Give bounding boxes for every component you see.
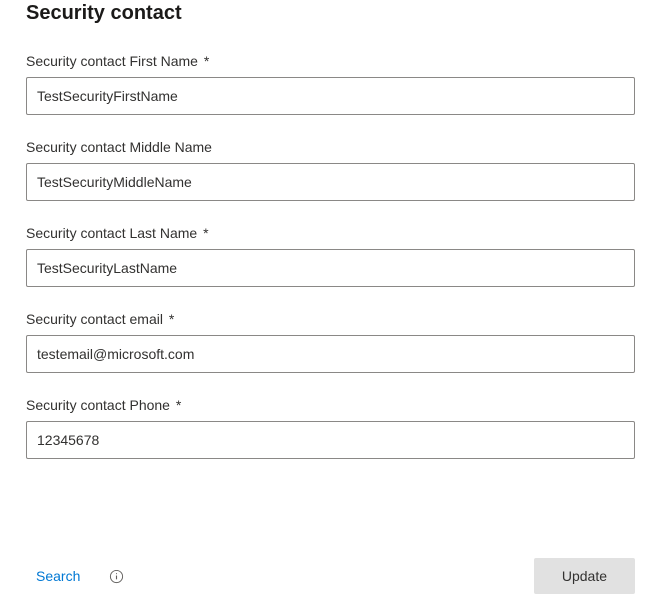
phone-label-text: Security contact Phone (26, 397, 170, 413)
first-name-input[interactable] (26, 77, 635, 115)
first-name-label: Security contact First Name * (26, 53, 635, 69)
search-link[interactable]: Search (36, 568, 80, 584)
middle-name-input[interactable] (26, 163, 635, 201)
required-mark: * (176, 397, 181, 413)
required-mark: * (204, 53, 209, 69)
phone-label: Security contact Phone * (26, 397, 635, 413)
info-icon[interactable] (108, 568, 124, 584)
middle-name-group: Security contact Middle Name (26, 139, 635, 201)
first-name-label-text: Security contact First Name (26, 53, 198, 69)
first-name-group: Security contact First Name * (26, 53, 635, 115)
update-button[interactable]: Update (534, 558, 635, 594)
last-name-label-text: Security contact Last Name (26, 225, 197, 241)
last-name-input[interactable] (26, 249, 635, 287)
required-mark: * (203, 225, 208, 241)
footer: Search Update (26, 556, 635, 596)
phone-group: Security contact Phone * (26, 397, 635, 459)
email-label: Security contact email * (26, 311, 635, 327)
email-group: Security contact email * (26, 311, 635, 373)
middle-name-label: Security contact Middle Name (26, 139, 635, 155)
section-title: Security contact (26, 2, 635, 25)
phone-input[interactable] (26, 421, 635, 459)
email-input[interactable] (26, 335, 635, 373)
last-name-label: Security contact Last Name * (26, 225, 635, 241)
email-label-text: Security contact email (26, 311, 163, 327)
required-mark: * (169, 311, 174, 327)
middle-name-label-text: Security contact Middle Name (26, 139, 212, 155)
last-name-group: Security contact Last Name * (26, 225, 635, 287)
